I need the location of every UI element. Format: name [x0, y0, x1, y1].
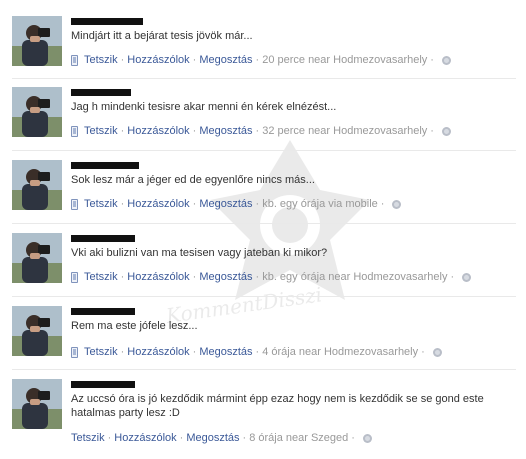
like-link[interactable]: Tetszik — [84, 198, 118, 210]
separator: · — [255, 271, 260, 283]
separator: · — [255, 125, 260, 137]
like-link[interactable]: Tetszik — [84, 271, 118, 283]
separator: · — [255, 54, 260, 66]
separator: · — [255, 346, 260, 358]
like-link[interactable]: Tetszik — [84, 125, 118, 137]
avatar-photo — [12, 160, 62, 210]
separator: · — [430, 54, 434, 66]
post-actions: Tetszik · Hozzászólok · Megosztás · kb. … — [71, 197, 402, 211]
separator: · — [380, 198, 385, 210]
post-divider — [12, 369, 516, 370]
mobile-phone-icon — [71, 54, 78, 66]
avatar-photo — [12, 233, 62, 283]
post-divider — [12, 223, 516, 224]
separator: · — [421, 346, 425, 358]
post-actions: Tetszik · Hozzászólok · Megosztás · 4 ór… — [71, 345, 442, 359]
separator: · — [430, 125, 434, 137]
redacted-name — [71, 235, 135, 242]
separator: · — [192, 198, 197, 210]
avatar[interactable] — [12, 379, 62, 429]
avatar[interactable] — [12, 306, 62, 356]
avatar[interactable] — [12, 160, 62, 210]
separator: · — [120, 125, 125, 137]
separator: · — [192, 346, 197, 358]
separator: · — [450, 271, 455, 283]
mobile-phone-icon — [71, 271, 78, 283]
separator: · — [255, 198, 260, 210]
avatar-photo — [12, 379, 62, 429]
redacted-name — [71, 162, 139, 169]
post-message: Sok lesz már a jéger ed de egyenlőre nin… — [71, 174, 315, 186]
separator: · — [120, 54, 125, 66]
post-actions: Tetszik · Hozzászólok · Megosztás · 8 ór… — [71, 431, 372, 445]
comment-link[interactable]: Hozzászólok — [114, 432, 176, 444]
post-divider — [12, 150, 516, 151]
comment-link[interactable]: Hozzászólok — [127, 54, 189, 66]
post-actions: Tetszik · Hozzászólok · Megosztás · kb. … — [71, 270, 472, 284]
share-link[interactable]: Megosztás — [199, 125, 252, 137]
separator: · — [242, 432, 247, 444]
like-link[interactable]: Tetszik — [84, 346, 118, 358]
mobile-phone-icon — [71, 346, 78, 358]
separator: · — [107, 432, 112, 444]
post-message: Vki aki bulizni van ma tesisen vagy jate… — [71, 247, 328, 259]
comment-link[interactable]: Hozzászólok — [127, 198, 189, 210]
share-link[interactable]: Megosztás — [199, 346, 252, 358]
separator: · — [120, 346, 125, 358]
globe-icon[interactable] — [392, 199, 402, 209]
post-actions: Tetszik · Hozzászólok · Megosztás · 32 p… — [71, 124, 451, 138]
redacted-name — [71, 308, 135, 315]
avatar-photo — [12, 87, 62, 137]
separator: · — [351, 432, 355, 444]
post-timestamp[interactable]: 4 órája near Hodmezovasarhely — [262, 346, 418, 358]
globe-icon[interactable] — [441, 55, 451, 65]
comment-link[interactable]: Hozzászólok — [127, 346, 189, 358]
separator: · — [120, 198, 125, 210]
like-link[interactable]: Tetszik — [84, 54, 118, 66]
avatar[interactable] — [12, 87, 62, 137]
post-timestamp[interactable]: 8 órája near Szeged — [249, 432, 348, 444]
mobile-phone-icon — [71, 125, 78, 137]
separator: · — [192, 271, 197, 283]
globe-icon[interactable] — [462, 272, 472, 282]
avatar[interactable] — [12, 16, 62, 66]
post-actions: Tetszik · Hozzászólok · Megosztás · 20 p… — [71, 53, 451, 67]
globe-icon[interactable] — [432, 347, 442, 357]
share-link[interactable]: Megosztás — [199, 271, 252, 283]
share-link[interactable]: Megosztás — [199, 198, 252, 210]
redacted-name — [71, 18, 143, 25]
globe-icon[interactable] — [441, 126, 451, 136]
post-divider — [12, 78, 516, 79]
avatar[interactable] — [12, 233, 62, 283]
comment-link[interactable]: Hozzászólok — [127, 271, 189, 283]
redacted-name — [71, 89, 131, 96]
mobile-phone-icon — [71, 198, 78, 210]
separator: · — [120, 271, 125, 283]
avatar-photo — [12, 306, 62, 356]
separator: · — [192, 125, 197, 137]
post-timestamp[interactable]: 32 perce near Hodmezovasarhely — [262, 125, 427, 137]
post-message: Rem ma este jófele lesz... — [71, 320, 198, 332]
comment-link[interactable]: Hozzászólok — [127, 125, 189, 137]
redacted-name — [71, 381, 135, 388]
post-message: Mindjárt itt a bejárat tesis jövök már..… — [71, 30, 253, 42]
globe-icon[interactable] — [362, 433, 372, 443]
post-divider — [12, 296, 516, 297]
separator: · — [192, 54, 197, 66]
watermark-emblem — [210, 140, 370, 300]
like-link[interactable]: Tetszik — [71, 432, 105, 444]
post-timestamp[interactable]: kb. egy órája via mobile — [262, 198, 378, 210]
separator: · — [179, 432, 184, 444]
post-message: Jag h mindenki tesisre akar menni én kér… — [71, 101, 337, 113]
share-link[interactable]: Megosztás — [199, 54, 252, 66]
post-timestamp[interactable]: kb. egy órája near Hodmezovasarhely — [262, 271, 447, 283]
avatar-photo — [12, 16, 62, 66]
post-timestamp[interactable]: 20 perce near Hodmezovasarhely — [262, 54, 427, 66]
share-link[interactable]: Megosztás — [186, 432, 239, 444]
post-message: Az uccsó óra is jó kezdődik mármint épp … — [71, 393, 484, 419]
